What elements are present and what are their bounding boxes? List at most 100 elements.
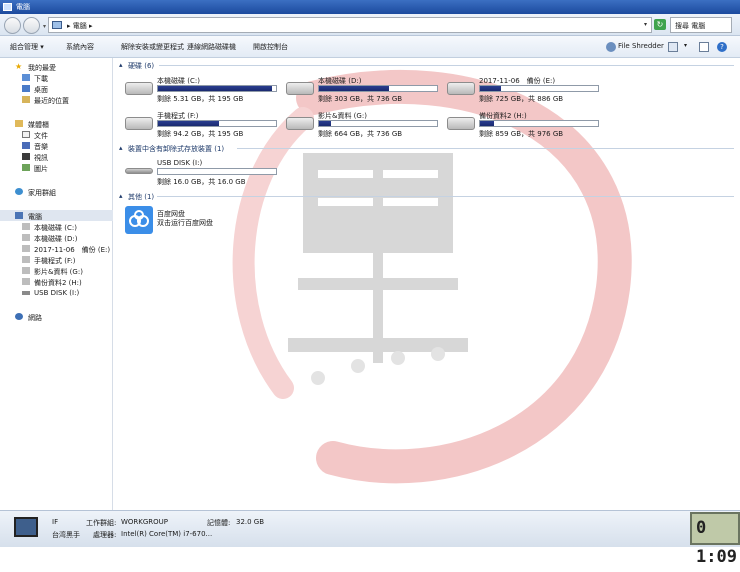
- search-placeholder: 搜尋 電腦: [675, 22, 706, 30]
- drive-tile-e[interactable]: 2017-11-06 備份 (E:) 剩餘 725 GB，共 886 GB: [447, 76, 607, 104]
- section-divider: [237, 148, 734, 149]
- map-network-drive-button[interactable]: 連線網路磁碟機: [187, 42, 236, 52]
- memory-label: 記憶體:: [207, 519, 231, 527]
- sidebar-item-documents[interactable]: 文件: [34, 131, 48, 141]
- sidebar-item-drive-e[interactable]: 2017-11-06 備份 (E:): [34, 245, 110, 255]
- drive-size: 剩餘 725 GB，共 886 GB: [479, 95, 564, 103]
- computer-icon: [52, 21, 62, 29]
- drive-tile-usb[interactable]: USB DISK (I:) 剩餘 16.0 GB，共 16.0 GB: [125, 159, 285, 187]
- video-icon: [22, 153, 30, 160]
- system-properties-button[interactable]: 系統內容: [66, 42, 94, 52]
- usb-drive-icon: [22, 291, 30, 295]
- homegroup-icon: [15, 188, 23, 195]
- network-header[interactable]: 網路: [28, 313, 42, 323]
- drive-icon: [22, 256, 30, 263]
- address-field[interactable]: ▸ 電腦 ▸ ▾: [48, 17, 652, 33]
- section-divider: [157, 196, 734, 197]
- computer-header[interactable]: 電腦: [28, 212, 42, 222]
- processor-value: Intel(R) Core(TM) i7-670...: [121, 530, 213, 538]
- drive-usage-fill: [319, 121, 331, 126]
- expand-icon[interactable]: ▴: [119, 192, 123, 200]
- sidebar-item-recent[interactable]: 最近的位置: [34, 96, 69, 106]
- section-removable[interactable]: 裝置中含有卸除式存放裝置 (1): [128, 144, 224, 154]
- recent-places-icon: [22, 96, 30, 103]
- drive-tile-g[interactable]: 影片&資料 (G:) 剩餘 664 GB，共 736 GB: [286, 111, 446, 139]
- window-title-bar: 電腦: [0, 0, 740, 14]
- sidebar-item-desktop[interactable]: 桌面: [34, 85, 48, 95]
- sidebar-item-drive-h[interactable]: 備份資料2 (H:): [34, 278, 82, 288]
- forward-button[interactable]: [23, 17, 40, 34]
- address-path: ▸ 電腦 ▸: [67, 22, 93, 30]
- sidebar-item-downloads[interactable]: 下載: [34, 74, 48, 84]
- drive-icon: [22, 278, 30, 285]
- expand-icon[interactable]: ▴: [119, 61, 123, 69]
- sidebar-item-drive-g[interactable]: 影片&資料 (G:): [34, 267, 83, 277]
- documents-icon: [22, 131, 30, 138]
- chevron-down-icon[interactable]: ▾: [644, 21, 647, 28]
- sidebar-item-drive-c[interactable]: 本機磁碟 (C:): [34, 223, 77, 233]
- drive-icon: [22, 234, 30, 241]
- drive-tile-h[interactable]: 備份資料2 (H:) 剩餘 859 GB，共 976 GB: [447, 111, 607, 139]
- section-other[interactable]: 其他 (1): [128, 192, 154, 202]
- preview-pane-icon[interactable]: [699, 42, 709, 52]
- drive-size: 剩餘 303 GB，共 736 GB: [318, 95, 403, 103]
- sidebar-item-drive-f[interactable]: 手機程式 (F:): [34, 256, 76, 266]
- sidebar-item-pictures[interactable]: 圖片: [34, 164, 48, 174]
- view-dropdown-icon[interactable]: ▾: [684, 42, 687, 49]
- computer-icon: [14, 517, 38, 537]
- sidebar-item-drive-d[interactable]: 本機磁碟 (D:): [34, 234, 77, 244]
- drive-usage-bar: [157, 168, 277, 175]
- file-shredder-button[interactable]: File Shredder: [618, 42, 664, 50]
- open-control-panel-button[interactable]: 開啟控制台: [253, 42, 288, 52]
- drive-usage-fill: [158, 121, 220, 126]
- drive-usage-bar: [318, 120, 438, 127]
- clock-widget: 0 1:09: [690, 512, 740, 567]
- workgroup-value: WORKGROUP: [121, 518, 169, 526]
- organize-button[interactable]: 組合管理 ▾: [10, 42, 44, 52]
- window-title: 電腦: [16, 3, 30, 11]
- drive-size: 剩餘 859 GB，共 976 GB: [479, 130, 564, 138]
- sidebar-item-drive-i[interactable]: USB DISK (I:): [34, 289, 79, 297]
- address-toolbar: ▾ ▸ 電腦 ▸ ▾ ↻ 搜尋 電腦: [0, 14, 740, 36]
- sidebar-item-music[interactable]: 音樂: [34, 142, 48, 152]
- drive-icon: [22, 223, 30, 230]
- libraries-header[interactable]: 媒體櫃: [28, 120, 49, 130]
- star-icon: ★: [15, 62, 23, 71]
- section-hard-drives[interactable]: 硬碟 (6): [128, 61, 154, 71]
- view-icon[interactable]: [668, 42, 678, 52]
- drive-size: 剩餘 94.2 GB，共 195 GB: [157, 130, 244, 138]
- drive-usage-bar: [157, 85, 277, 92]
- hard-drive-icon: [286, 117, 314, 130]
- search-input[interactable]: 搜尋 電腦: [670, 17, 732, 33]
- homegroup-header[interactable]: 家用群組: [28, 188, 56, 198]
- baidu-netdisk-item[interactable]: 百度网盘 双击运行百度网盘: [125, 206, 285, 236]
- back-button[interactable]: [4, 17, 21, 34]
- libraries-icon: [15, 120, 23, 127]
- favorites-header[interactable]: 我的最愛: [28, 63, 56, 73]
- hard-drive-icon: [447, 117, 475, 130]
- content-pane: ▴ 硬碟 (6) 本機磁碟 (C:) 剩餘 5.31 GB，共 195 GB 本…: [113, 58, 740, 510]
- uninstall-program-button[interactable]: 解除安裝或變更程式: [121, 42, 184, 52]
- drive-tile-c[interactable]: 本機磁碟 (C:) 剩餘 5.31 GB，共 195 GB: [125, 76, 285, 104]
- drive-usage-bar: [318, 85, 438, 92]
- drive-icon: [22, 245, 30, 252]
- drive-usage-fill: [480, 121, 495, 126]
- download-folder-icon: [22, 74, 30, 81]
- sidebar-item-video[interactable]: 視訊: [34, 153, 48, 163]
- help-icon[interactable]: ?: [717, 42, 727, 52]
- refresh-button[interactable]: ↻: [654, 19, 666, 30]
- expand-icon[interactable]: ▴: [119, 144, 123, 152]
- network-icon: [15, 313, 23, 320]
- desktop-icon: [22, 85, 30, 92]
- drive-tile-d[interactable]: 本機磁碟 (D:) 剩餘 303 GB，共 736 GB: [286, 76, 446, 104]
- processor-label: 處理器:: [93, 531, 117, 539]
- drive-usage-bar: [479, 85, 599, 92]
- music-icon: [22, 142, 30, 149]
- section-divider: [159, 65, 734, 66]
- drive-usage-fill: [158, 86, 273, 91]
- item-description: 双击运行百度网盘: [157, 219, 213, 227]
- drive-name: USB DISK (I:): [157, 159, 203, 167]
- history-dropdown-icon[interactable]: ▾: [43, 23, 46, 30]
- drive-tile-f[interactable]: 手機程式 (F:) 剩餘 94.2 GB，共 195 GB: [125, 111, 285, 139]
- drive-usage-bar: [157, 120, 277, 127]
